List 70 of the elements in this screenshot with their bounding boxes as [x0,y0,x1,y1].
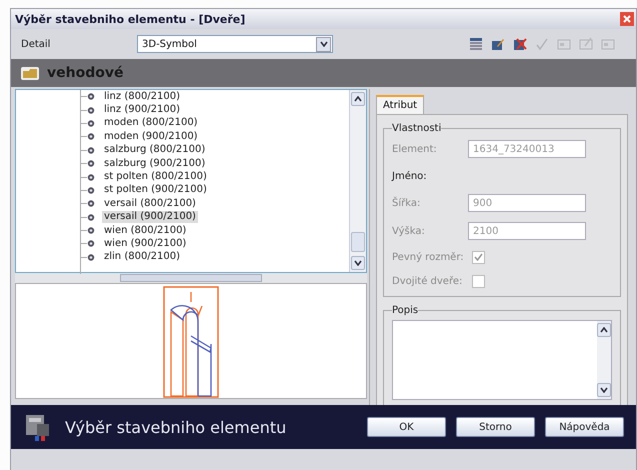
tree-node-icon [80,226,96,236]
scrollbar-thumb[interactable] [351,232,365,252]
dialog-button[interactable]: OK [367,417,446,437]
frame-icon [601,37,615,51]
scroll-down-button[interactable] [597,383,611,397]
footer-title: Výběr stavebniho elementu [65,418,286,436]
field-label: Šířka: [392,198,422,208]
dialog-button[interactable]: Storno [456,417,535,437]
checkbox-label: Dvojité dveře: [392,276,464,286]
caret-up-icon [600,327,608,333]
tab[interactable]: Atribut [376,95,424,114]
tree-node-icon [80,212,96,222]
folder-icon [21,66,39,80]
scroll-up-button[interactable] [351,92,365,106]
splitter-handle[interactable] [120,274,262,282]
tree-node-icon [80,92,96,102]
dialog-button[interactable]: Nápověda [545,417,624,437]
delete-icon [513,37,527,51]
description-field[interactable] [392,320,612,400]
tree-node-icon [80,239,96,248]
tree-node-icon [80,172,96,182]
toolbar-button[interactable] [512,36,528,52]
checkbox-label: Pevný rozměr: [392,252,465,262]
toolbar-button[interactable] [490,36,506,52]
caret-down-icon [600,387,608,393]
tree-item[interactable]: moden (900/2100) [102,130,200,143]
tree-item[interactable]: versail (900/2100) [102,211,198,224]
edit-icon [491,37,505,51]
detail-dropdown[interactable]: 3D-Symbol [137,35,333,53]
tree-node-icon [80,199,96,208]
caret-down-icon [354,260,362,266]
toolbar-button[interactable] [468,36,484,52]
tree-item[interactable]: linz (900/2100) [102,104,182,116]
tree-item[interactable]: wien (800/2100) [102,224,188,237]
tree-item[interactable]: salzburg (800/2100) [102,144,208,156]
tree-node-icon [80,252,96,262]
scroll-down-button[interactable] [351,256,365,270]
tree-node-icon [80,132,96,142]
name-label: Jméno: [392,170,428,182]
group-title: Vlastnosti [392,123,442,134]
caret-up-icon [354,96,362,102]
tree-item[interactable]: wien (900/2100) [102,238,188,250]
tree-node-icon [80,146,96,155]
close-icon [623,15,631,23]
scroll-up-button[interactable] [597,323,611,337]
tree-node-icon [80,159,96,168]
tree-item[interactable]: salzburg (900/2100) [102,158,208,170]
close-button[interactable] [620,12,634,26]
tree-node-icon [80,118,96,128]
detail-label: Detail [21,38,52,50]
category-title: vehodové [47,65,124,81]
tree-item[interactable]: linz (800/2100) [102,90,182,103]
caret-down-icon [320,41,328,47]
tree-item[interactable]: moden (800/2100) [102,117,200,130]
frame-icon [557,37,571,51]
tree-node-icon [80,186,96,195]
field-label: Element: [392,144,438,154]
tree-item[interactable]: versail (800/2100) [102,198,198,210]
tree-item[interactable]: zlin (800/2100) [102,251,182,264]
field-label: Výška: [392,226,426,236]
tree-node-icon [80,106,96,115]
check-icon [535,37,549,51]
list-icon [469,37,483,51]
frame-edit-icon [579,37,593,51]
dropdown-button[interactable] [316,36,331,52]
tree-item[interactable]: st polten (900/2100) [102,184,209,196]
window-title: Výběr stavebniho elementu - [Dveře] [15,12,246,26]
group-title: Popis [392,305,418,316]
tree-item[interactable]: st polten (800/2100) [102,171,209,184]
scrollbar[interactable] [349,90,366,272]
